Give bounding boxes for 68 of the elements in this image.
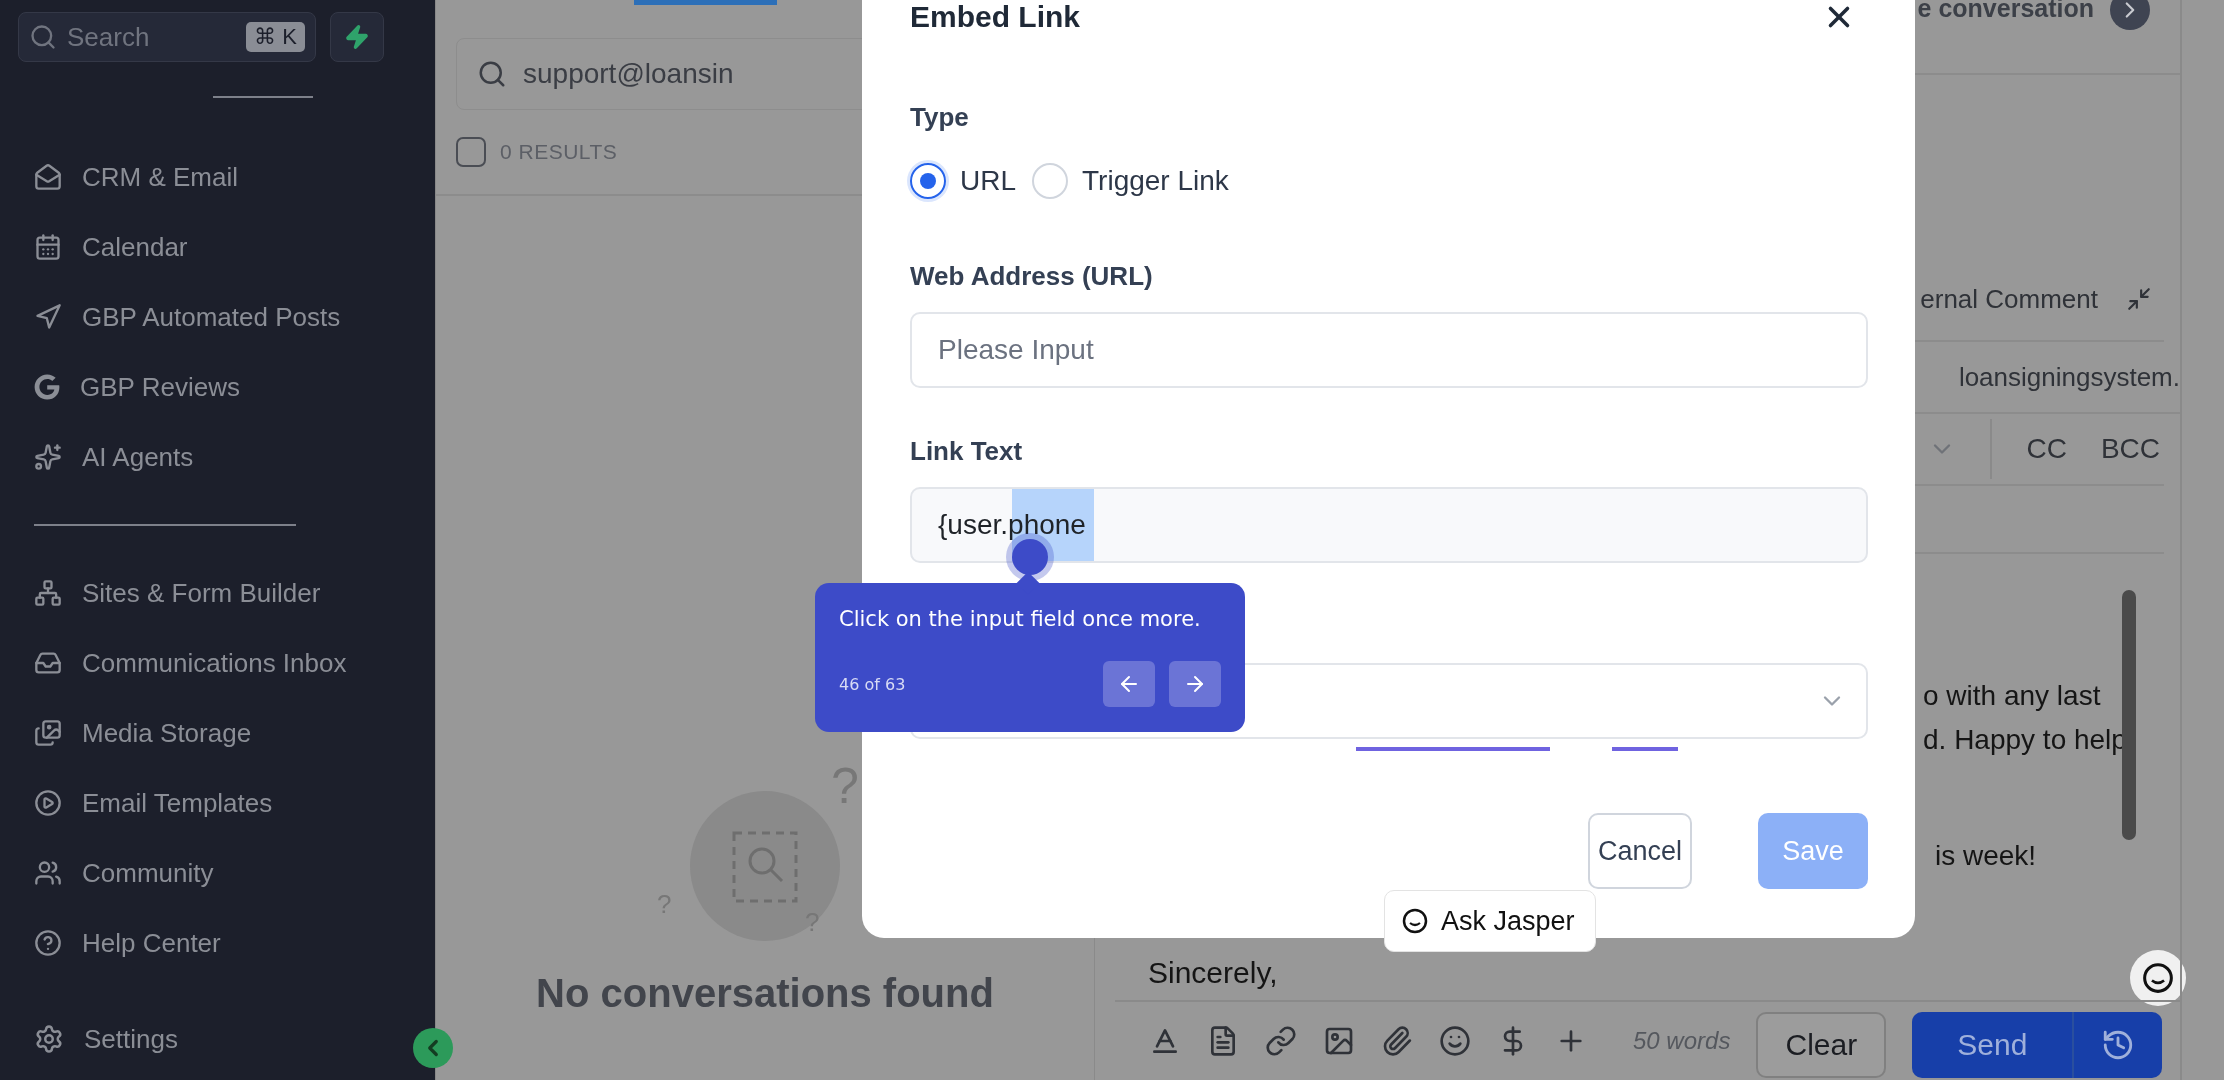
image-icon[interactable]: [1323, 1025, 1355, 1057]
people-icon: [34, 859, 62, 887]
sidebar-item[interactable]: GBP Automated Posts: [18, 282, 365, 352]
assistant-button[interactable]: [2130, 950, 2186, 1006]
shortcut-key: ⌘ K: [246, 22, 305, 52]
sidebar-item[interactable]: GBP Reviews: [18, 352, 264, 422]
google-g-icon: [34, 374, 60, 400]
question-mark: ?: [831, 761, 859, 811]
cancel-button[interactable]: Cancel: [1588, 813, 1692, 889]
sidebar-item[interactable]: Community: [18, 838, 238, 908]
question-mark: ?: [657, 891, 672, 917]
cc-link[interactable]: CC: [2026, 433, 2067, 465]
bcc-link[interactable]: BCC: [2100, 433, 2160, 465]
radio-option[interactable]: URL: [910, 163, 1016, 199]
clear-button[interactable]: Clear: [1756, 1012, 1887, 1078]
step-counter: 46 of 63: [839, 674, 907, 694]
smiley-face-icon: [1401, 907, 1429, 935]
smiley-face-icon: [2141, 961, 2175, 995]
field-label: Link Text: [910, 436, 1024, 467]
search-field[interactable]: Search ⌘ K: [18, 12, 316, 62]
sidebar-item[interactable]: Communications Inbox: [18, 628, 371, 698]
sidebar-item[interactable]: Media Storage: [18, 698, 276, 768]
paperclip-icon[interactable]: [1381, 1025, 1413, 1057]
location-arrow-icon: [34, 303, 62, 331]
word-count: 50 words: [1633, 1027, 1731, 1055]
search-icon: [29, 23, 57, 51]
ask-jasper-button[interactable]: Ask Jasper: [1384, 890, 1596, 952]
sitemap-icon: [34, 579, 62, 607]
select-all-checkbox[interactable]: [456, 137, 486, 167]
envelope-icon: [34, 163, 62, 191]
collapse-sidebar-button[interactable]: [413, 1028, 453, 1068]
link-text-input[interactable]: {user.phone: [910, 487, 1868, 563]
sidebar-item[interactable]: Help Center: [18, 908, 245, 978]
next-step-button[interactable]: [1169, 661, 1221, 707]
tab-label[interactable]: ernal Comment: [1920, 283, 2098, 315]
empty-state-message: No conversations found: [536, 971, 994, 1016]
message-text: Sincerely,: [1148, 956, 1278, 990]
sidebar-item[interactable]: Sites & Form Builder: [18, 558, 345, 628]
from-address: loansigningsystem.: [1958, 361, 2180, 393]
results-count: 0 RESULTS: [500, 140, 618, 164]
sidebar-item[interactable]: CRM & Email: [18, 142, 262, 212]
message-text: is week!: [1935, 840, 2037, 872]
scrollbar[interactable]: [2122, 590, 2136, 840]
smiley-icon[interactable]: [1439, 1025, 1471, 1057]
help-icon: [34, 929, 62, 957]
collapse-icon[interactable]: [2126, 286, 2152, 312]
url-input[interactable]: Please Input: [910, 312, 1868, 388]
sidebar-item[interactable]: AI Agents: [18, 422, 218, 492]
link-icon[interactable]: [1265, 1025, 1297, 1057]
next-button[interactable]: [2110, 0, 2150, 30]
settings-icon: [34, 1024, 64, 1054]
search-icon: [477, 59, 507, 89]
dialog-title: Embed Link: [910, 0, 1081, 32]
sparkles-icon: [34, 443, 62, 471]
lightning-icon: [344, 24, 370, 50]
quick-actions-button[interactable]: [330, 12, 384, 62]
message-text: o with any last: [1923, 680, 2101, 712]
images-icon: [34, 719, 62, 747]
question-mark: ?: [805, 909, 820, 935]
sidebar-item[interactable]: Calendar: [18, 212, 212, 282]
tooltip-text: Click on the input field once more.: [839, 607, 1202, 631]
play-circle-icon: [34, 789, 62, 817]
calendar-icon: [34, 233, 62, 261]
radio-option[interactable]: Trigger Link: [1032, 163, 1229, 199]
sidebar-item[interactable]: Settings: [18, 1004, 202, 1074]
field-label: Web Address (URL): [910, 261, 1154, 292]
sidebar-item[interactable]: Email Templates: [18, 768, 297, 838]
previous-button[interactable]: [1103, 661, 1155, 707]
